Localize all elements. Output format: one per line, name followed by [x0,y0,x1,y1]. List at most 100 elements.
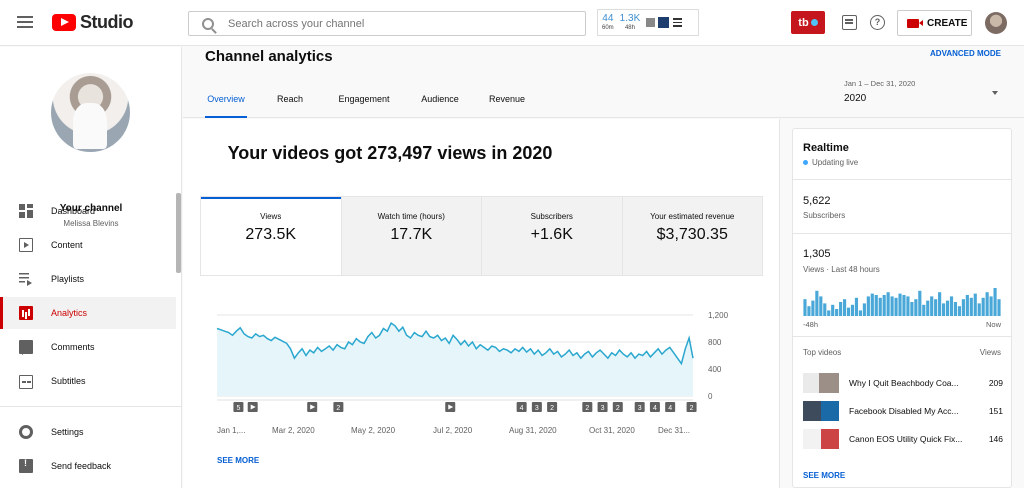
menu-icon[interactable] [17,16,33,28]
realtime-bar[interactable] [977,303,981,316]
channel-avatar[interactable] [51,73,130,152]
tab-audience[interactable]: Audience [419,80,461,118]
sidebar-item-settings[interactable]: Settings [0,416,176,448]
realtime-bar[interactable] [819,296,823,316]
realtime-bar[interactable] [827,310,831,316]
tab-revenue[interactable]: Revenue [488,80,526,118]
realtime-bar[interactable] [846,307,851,316]
realtime-see-more-button[interactable]: SEE MORE [803,471,845,480]
sidebar-item-dashboard[interactable]: Dashboard [0,195,176,227]
metric-subscribers[interactable]: Subscribers +1.6K [481,197,622,275]
sidebar-item-subtitles[interactable]: Subtitles [0,365,176,397]
realtime-bar[interactable] [882,295,886,316]
realtime-bar[interactable] [961,299,965,316]
realtime-bar[interactable] [910,302,914,316]
help-icon[interactable]: ? [870,15,885,30]
sidebar-item-send-feedback[interactable]: Send feedback [0,450,176,482]
realtime-bar[interactable] [969,297,973,316]
tab-overview[interactable]: Overview [205,80,247,118]
realtime-bar[interactable] [870,293,874,316]
bar-chart-icon[interactable] [646,18,656,27]
realtime-bar[interactable] [989,296,993,316]
metric-revenue[interactable]: Your estimated revenue $3,730.35 [621,197,762,275]
realtime-bar[interactable] [831,304,835,316]
youtube-play-icon [52,14,76,31]
realtime-bar[interactable] [843,299,847,316]
extension-play-icon[interactable] [658,17,670,28]
metric-views[interactable]: Views 273.5K [201,197,341,275]
views-chart[interactable]: 1,200 800 400 0 5 2 4 3 2 2 3 2 3 4 4 2 Jan 1,... Mar 2, … [200,300,740,450]
realtime-bar[interactable] [957,306,961,316]
messages-icon[interactable] [842,15,857,30]
realtime-bar[interactable] [854,297,859,316]
extension-menu-icon[interactable] [673,18,683,27]
realtime-bar[interactable] [993,288,997,316]
page-title: Channel analytics [205,48,333,65]
video-thumbnail[interactable] [803,429,839,449]
realtime-bar[interactable] [890,296,894,316]
realtime-bar[interactable] [850,304,855,316]
extension-widget[interactable]: 44 60m 1.3K 48h [597,9,699,36]
realtime-bar[interactable] [942,303,946,316]
see-more-button[interactable]: SEE MORE [217,456,259,465]
search-box[interactable] [188,11,586,36]
realtime-bar[interactable] [930,296,934,316]
sidebar-item-comments[interactable]: Comments [0,331,176,363]
video-thumbnail[interactable] [803,401,839,421]
realtime-bar[interactable] [922,304,926,316]
top-video-row[interactable]: Canon EOS Utility Quick Fix... 146 [803,428,1003,450]
realtime-bar[interactable] [902,295,906,316]
realtime-bar[interactable] [965,295,969,316]
realtime-bar[interactable] [866,296,870,316]
realtime-bar[interactable] [906,296,910,316]
realtime-bar[interactable] [858,310,862,316]
realtime-bar[interactable] [839,302,843,316]
realtime-bar[interactable] [949,296,954,316]
realtime-bar[interactable] [918,290,922,316]
realtime-bar[interactable] [914,299,918,316]
top-video-row[interactable]: Why I Quit Beachbody Coa... 209 [803,372,1003,394]
realtime-bar[interactable] [878,297,882,316]
realtime-bar[interactable] [934,299,938,316]
realtime-bar[interactable] [807,306,811,316]
realtime-bar[interactable] [886,292,890,316]
tab-reach[interactable]: Reach [275,80,305,118]
realtime-bar[interactable] [938,292,942,316]
create-button[interactable]: CREATE [897,10,972,36]
realtime-bar[interactable] [823,303,827,316]
realtime-bar[interactable] [953,302,958,316]
sidebar-item-playlists[interactable]: Playlists [0,263,176,295]
tubebuddy-button[interactable]: tb [791,11,825,34]
metric-value: 273.5K [245,226,297,243]
advanced-mode-link[interactable]: ADVANCED MODE [930,49,1001,58]
realtime-bar-chart[interactable] [803,286,1001,316]
realtime-bar[interactable] [874,295,878,316]
studio-logo[interactable]: Studio [52,12,134,33]
realtime-bar[interactable] [926,300,930,316]
video-thumbnail[interactable] [803,373,839,393]
account-avatar[interactable] [985,12,1007,34]
date-range-select[interactable]: 2020 [844,93,866,104]
realtime-bar[interactable] [997,299,1001,316]
realtime-bar[interactable] [835,309,839,316]
search-input[interactable] [228,17,568,30]
realtime-bar[interactable] [803,299,807,316]
tab-engagement[interactable]: Engagement [335,80,393,118]
realtime-bar[interactable] [862,303,866,316]
realtime-bar[interactable] [815,290,819,316]
realtime-bar[interactable] [985,292,989,316]
realtime-bar[interactable] [981,297,985,316]
realtime-bar[interactable] [894,297,898,316]
realtime-bar[interactable] [898,293,902,316]
realtime-bar[interactable] [973,293,977,316]
realtime-bar[interactable] [811,300,815,316]
sidebar-item-content[interactable]: Content [0,229,176,261]
chevron-down-icon[interactable] [992,91,998,95]
top-video-row[interactable]: Facebook Disabled My Acc... 151 [803,400,1003,422]
content-icon [19,238,33,252]
metric-watch-time[interactable]: Watch time (hours) 17.7K [340,197,481,275]
sidebar-item-analytics[interactable]: Analytics [0,297,176,329]
realtime-bar[interactable] [945,300,950,316]
sidebar-scrollbar[interactable] [176,193,181,273]
video-views: 146 [988,434,1003,444]
